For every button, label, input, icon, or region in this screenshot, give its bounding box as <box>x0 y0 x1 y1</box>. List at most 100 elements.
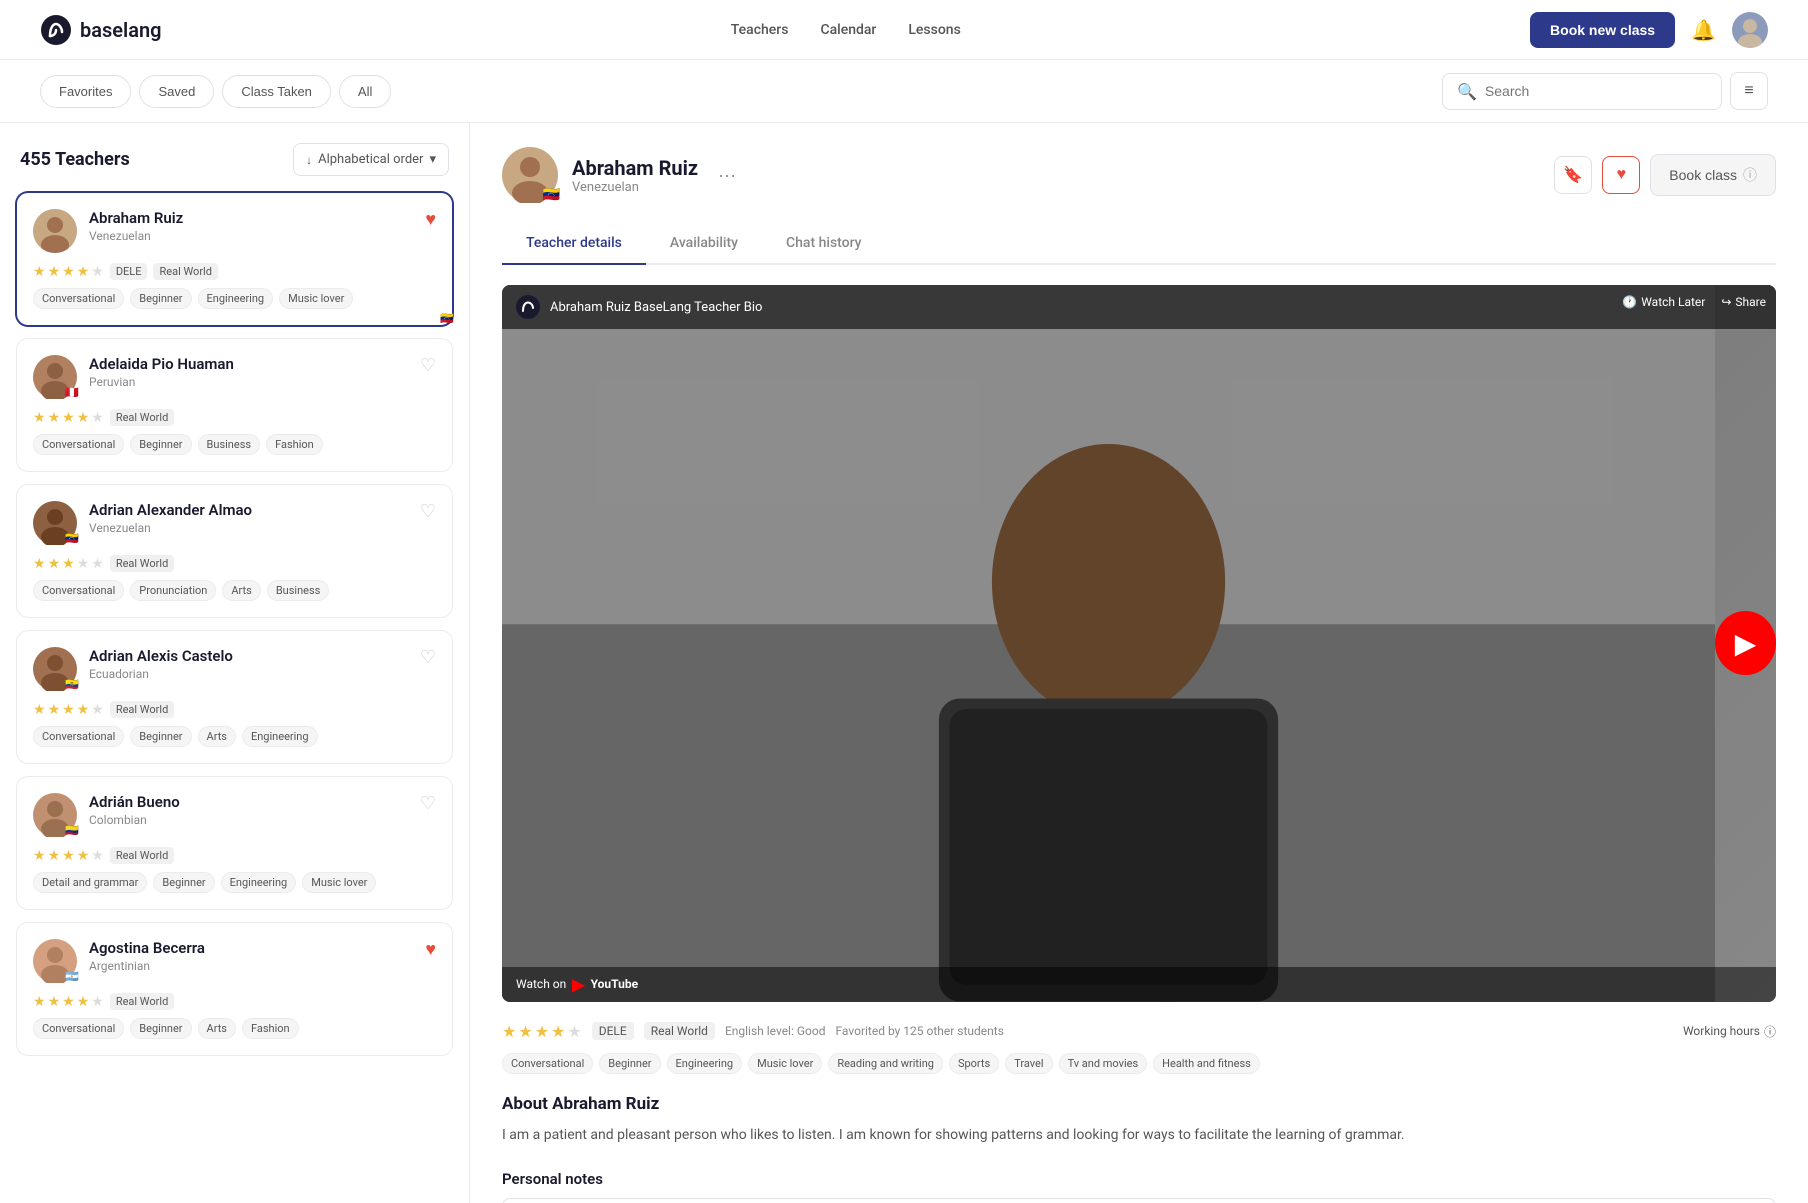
teacher-card-header: 🇨🇴 Adrián Bueno Colombian ♡ <box>33 793 436 837</box>
teacher-card[interactable]: 🇻🇪 Abraham Ruiz Venezuelan ♥ ★ ★ ★ ★ ★ D… <box>16 192 453 326</box>
video-controls: 🕐 Watch Later ↪ Share <box>1622 295 1766 309</box>
clock-icon: 🕐 <box>1622 295 1637 309</box>
tag: Business <box>198 434 261 455</box>
play-button[interactable]: ▶ <box>1715 611 1776 675</box>
video-header: Abraham Ruiz BaseLang Teacher Bio <box>502 285 1776 329</box>
star-3: ★ <box>62 848 75 864</box>
filter-saved[interactable]: Saved <box>139 75 214 108</box>
nav-teachers[interactable]: Teachers <box>731 22 789 38</box>
star-4: ★ <box>77 848 90 864</box>
tag-sports: Sports <box>949 1053 999 1074</box>
teacher-name: Adrian Alexander Almao <box>89 501 436 519</box>
teacher-info: Adrian Alexis Castelo Ecuadorian <box>89 647 436 681</box>
nav-calendar[interactable]: Calendar <box>820 22 876 38</box>
share-button[interactable]: ↪ Share <box>1721 295 1766 309</box>
star-1: ★ <box>33 556 46 572</box>
teacher-card[interactable]: 🇦🇷 Agostina Becerra Argentinian ♥ ★ ★ ★ … <box>16 922 453 1056</box>
detail-tags: Conversational Beginner Engineering Musi… <box>502 1053 1776 1074</box>
teacher-card-header: 🇵🇪 Adelaida Pio Huaman Peruvian ♡ <box>33 355 436 399</box>
heart-button[interactable]: ♥ <box>1602 156 1640 194</box>
filter-class-taken[interactable]: Class Taken <box>222 75 331 108</box>
tab-teacher-details[interactable]: Teacher details <box>502 223 646 265</box>
favorite-button[interactable]: ♥ <box>425 939 436 960</box>
star-1: ★ <box>33 410 46 426</box>
star-rating: ★ ★ ★ ★ ★ <box>33 994 104 1010</box>
badge-real-world: Real World <box>110 701 174 718</box>
tag: Music lover <box>279 288 353 309</box>
tag-music-lover: Music lover <box>748 1053 822 1074</box>
star-5: ★ <box>91 702 104 718</box>
teacher-info: Agostina Becerra Argentinian <box>89 939 436 973</box>
search-input[interactable] <box>1485 83 1707 99</box>
sidebar-header: 455 Teachers ↓ Alphabetical order ▾ <box>16 143 453 176</box>
star-4: ★ <box>77 264 90 280</box>
user-avatar[interactable] <box>1732 12 1768 48</box>
badge-dele: DELE <box>110 263 148 280</box>
detail-name-block: Abraham Ruiz Venezuelan <box>572 156 698 195</box>
tag: Fashion <box>242 1018 299 1039</box>
logo[interactable]: baselang <box>40 14 162 46</box>
favorite-button[interactable]: ♡ <box>420 647 436 668</box>
detail-stars: ★ ★ ★ ★ ★ <box>502 1022 582 1041</box>
english-level: English level: Good <box>725 1024 826 1038</box>
video-thumbnail: Abraham Ruiz BaseLang Teacher Bio 🕐 Watc… <box>502 285 1776 1002</box>
tag: Conversational <box>33 580 124 601</box>
more-options-button[interactable]: ··· <box>712 165 742 186</box>
tab-availability[interactable]: Availability <box>646 223 762 265</box>
personal-notes-input[interactable] <box>502 1198 1776 1203</box>
filter-favorites[interactable]: Favorites <box>40 75 131 108</box>
star-1: ★ <box>33 702 46 718</box>
badge-real-world: Real World <box>110 847 174 864</box>
teacher-card[interactable]: 🇪🇨 Adrian Alexis Castelo Ecuadorian ♡ ★ … <box>16 630 453 764</box>
tab-chat-history[interactable]: Chat history <box>762 223 886 265</box>
tag-reading-and-writing: Reading and writing <box>828 1053 943 1074</box>
working-hours-label: Working hours <box>1683 1024 1760 1038</box>
header-right: Book new class 🔔 <box>1530 12 1768 48</box>
star-rating: ★ ★ ★ ★ ★ <box>33 702 104 718</box>
video-container[interactable]: Abraham Ruiz BaseLang Teacher Bio 🕐 Watc… <box>502 285 1776 1002</box>
book-new-class-button[interactable]: Book new class <box>1530 12 1675 48</box>
youtube-label: YouTube <box>591 977 639 991</box>
watch-later-button[interactable]: 🕐 Watch Later <box>1622 295 1705 309</box>
star-3: ★ <box>62 410 75 426</box>
favorite-button[interactable]: ♡ <box>420 793 436 814</box>
star-rating: ★ ★ ★ ★ ★ <box>33 264 104 280</box>
tags: Conversational Beginner Arts Engineering <box>33 726 436 747</box>
youtube-icon: ▶ <box>572 975 584 994</box>
tag: Arts <box>222 580 260 601</box>
tag: Arts <box>198 726 236 747</box>
star-1: ★ <box>33 264 46 280</box>
favorite-button[interactable]: ♡ <box>420 501 436 522</box>
video-overlay <box>502 285 1776 1002</box>
rating-star-3: ★ <box>535 1022 549 1041</box>
teacher-info: Abraham Ruiz Venezuelan <box>89 209 436 243</box>
tag: Conversational <box>33 726 124 747</box>
filter-all[interactable]: All <box>339 75 391 108</box>
tag: Conversational <box>33 288 124 309</box>
book-class-button[interactable]: Book class ⓘ <box>1650 154 1776 196</box>
teacher-card[interactable]: 🇻🇪 Adrian Alexander Almao Venezuelan ♡ ★… <box>16 484 453 618</box>
stars-row: ★ ★ ★ ★ ★ Real World <box>33 701 436 718</box>
filter-options-button[interactable]: ≡ <box>1730 72 1768 110</box>
teacher-card[interactable]: 🇨🇴 Adrián Bueno Colombian ♡ ★ ★ ★ ★ ★ Re… <box>16 776 453 910</box>
star-4: ★ <box>77 994 90 1010</box>
favorite-button[interactable]: ♥ <box>425 209 436 230</box>
video-logo <box>516 295 540 319</box>
stars-row: ★ ★ ★ ★ ★ Real World <box>33 555 436 572</box>
badge-real-world: Real World <box>110 555 174 572</box>
teacher-count: 455 Teachers <box>20 149 130 170</box>
tag: Pronunciation <box>130 580 216 601</box>
sort-dropdown[interactable]: ↓ Alphabetical order ▾ <box>293 143 449 176</box>
tag: Engineering <box>242 726 318 747</box>
nav-lessons[interactable]: Lessons <box>908 22 960 38</box>
filter-icon: ≡ <box>1744 82 1753 100</box>
favorite-button[interactable]: ♡ <box>420 355 436 376</box>
working-hours-button[interactable]: Working hours ⓘ <box>1683 1023 1776 1040</box>
bookmark-button[interactable]: 🔖 <box>1554 156 1592 194</box>
tag: Arts <box>198 1018 236 1039</box>
bell-icon[interactable]: 🔔 <box>1691 18 1716 42</box>
tag-conversational: Conversational <box>502 1053 593 1074</box>
star-5: ★ <box>91 264 104 280</box>
teacher-card[interactable]: 🇵🇪 Adelaida Pio Huaman Peruvian ♡ ★ ★ ★ … <box>16 338 453 472</box>
teacher-card-header: 🇻🇪 Abraham Ruiz Venezuelan ♥ <box>33 209 436 253</box>
